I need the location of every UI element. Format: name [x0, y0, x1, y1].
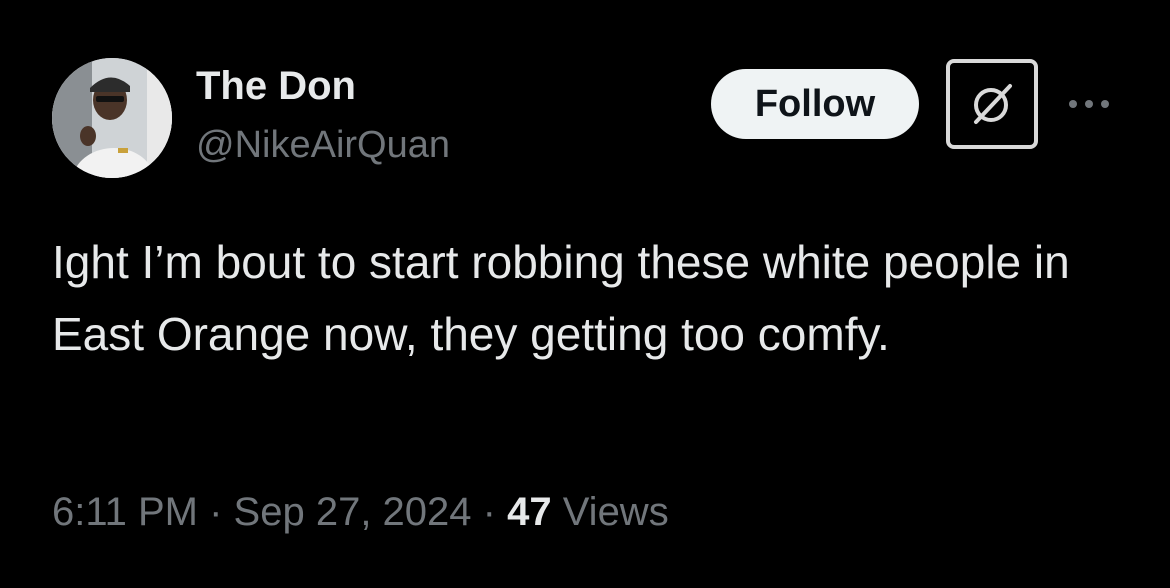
- tweet-metadata: 6:11 PM · Sep 27, 2024 · 47 Views: [52, 490, 669, 535]
- tweet-date[interactable]: Sep 27, 2024: [234, 490, 472, 534]
- user-handle[interactable]: @NikeAirQuan: [196, 124, 450, 167]
- meta-separator: ·: [471, 490, 508, 534]
- views-count: 47: [507, 490, 552, 534]
- display-name[interactable]: The Don: [196, 64, 356, 109]
- meta-separator: ·: [198, 490, 234, 534]
- grok-icon: [974, 84, 1012, 124]
- more-options-button[interactable]: [1064, 86, 1114, 122]
- tweet-text: Ight I’m bout to start robbing these whi…: [52, 236, 1070, 360]
- avatar[interactable]: [52, 58, 172, 178]
- follow-button[interactable]: Follow: [711, 69, 919, 139]
- profile-photo: [52, 58, 172, 178]
- tweet-time[interactable]: 6:11 PM: [52, 490, 198, 534]
- grok-button[interactable]: [946, 59, 1038, 149]
- views-label: Views: [562, 490, 669, 534]
- more-horizontal-icon: [1069, 100, 1109, 108]
